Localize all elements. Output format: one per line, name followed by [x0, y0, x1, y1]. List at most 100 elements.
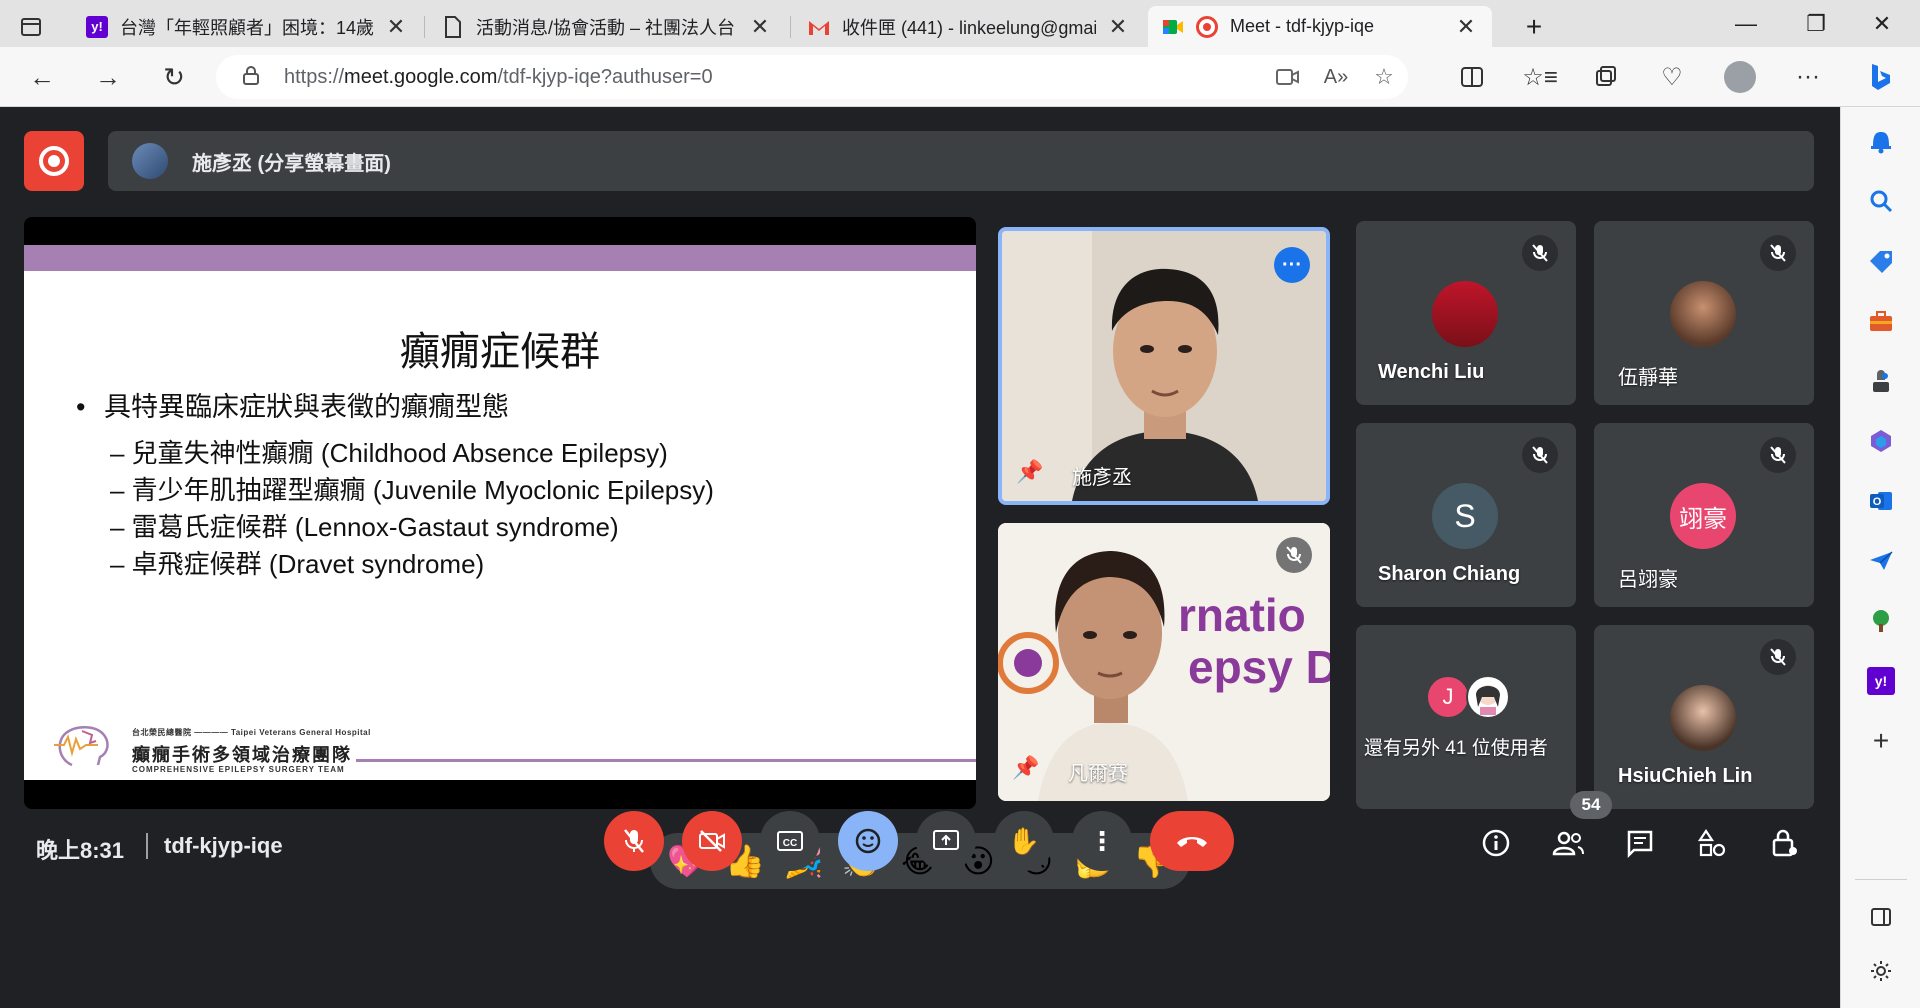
activities-button[interactable]	[1690, 821, 1734, 865]
host-controls-button[interactable]	[1762, 821, 1806, 865]
more-horizontal-icon: ···	[1796, 63, 1820, 90]
profile-button[interactable]	[1718, 57, 1762, 97]
meeting-code: tdf-kjyp-iqe	[164, 833, 283, 858]
pin-icon[interactable]: 📌	[1016, 459, 1043, 485]
raise-hand-button[interactable]: ✋	[994, 811, 1054, 871]
close-icon[interactable]: ✕	[1454, 14, 1478, 40]
info-icon	[1482, 829, 1510, 857]
avatar	[1466, 675, 1510, 719]
favorites-button[interactable]: ☆≡	[1518, 57, 1562, 97]
more-options-button[interactable]: ⋮	[1072, 811, 1132, 871]
tab-association[interactable]: 活動消息/協會活動 – 社團法人台 ✕	[428, 6, 786, 47]
outlook-icon[interactable]: O	[1863, 483, 1899, 519]
bing-button[interactable]	[1858, 57, 1902, 97]
meet-icon	[1162, 16, 1184, 38]
slide-header-bar	[24, 245, 976, 271]
participant-tile-2[interactable]: rnatio epsy D 📌 凡爾賽	[998, 523, 1330, 801]
notification-bell-icon[interactable]	[1863, 123, 1899, 159]
participant-name: 施彥丞	[1072, 467, 1132, 489]
pin-icon[interactable]: 📌	[1012, 755, 1039, 781]
participant-tile-lu[interactable]: 翊豪 呂翊豪	[1594, 423, 1814, 607]
participant-tile-wu[interactable]: 伍靜華	[1594, 221, 1814, 405]
other-participants-tile[interactable]: J 還有另外 41 位使用者	[1356, 625, 1576, 809]
shared-screen[interactable]: 癲癇症候群 • 具特異臨床症狀與表徵的癲癇型態 – 兒童失神性癲癇 (Childh…	[24, 217, 976, 809]
recording-icon	[1196, 15, 1218, 38]
collections-button[interactable]	[1584, 57, 1628, 97]
more-vertical-icon: ⋮	[1089, 825, 1115, 856]
tree-icon[interactable]	[1863, 603, 1899, 639]
lock-person-icon	[1772, 829, 1797, 857]
avatar	[1670, 685, 1736, 751]
bing-icon	[1872, 64, 1890, 90]
new-tab-button[interactable]: +	[1512, 6, 1556, 47]
mic-off-icon	[624, 829, 644, 853]
plus-icon: +	[1525, 10, 1543, 42]
reactions-button[interactable]	[838, 811, 898, 871]
avatar: J	[1426, 675, 1470, 719]
close-icon[interactable]: ✕	[748, 14, 772, 40]
camera-toggle-button[interactable]	[682, 811, 742, 871]
browser-tab-strip: y! 台灣「年輕照顧者」困境：14歲 ✕ 活動消息/協會活動 – 社團法人台 ✕…	[0, 0, 1920, 47]
tab-gmail[interactable]: 收件匣 (441) - linkeelung@gmail ✕	[794, 6, 1144, 47]
favorites-icon: ☆≡	[1522, 63, 1558, 91]
games-icon[interactable]	[1863, 363, 1899, 399]
muted-icon	[1760, 437, 1796, 473]
close-icon[interactable]: ✕	[384, 14, 408, 40]
collections-icon	[1596, 66, 1616, 86]
favorite-star-icon[interactable]: ☆	[1364, 55, 1404, 99]
refresh-icon: ↻	[163, 61, 185, 92]
slide-subitem: – 卓飛症候群 (Dravet syndrome)	[110, 549, 485, 579]
org-name-english: COMPREHENSIVE EPILEPSY SURGERY TEAM	[132, 765, 345, 774]
refresh-button[interactable]: ↻	[154, 57, 194, 97]
microsoft-365-icon[interactable]	[1863, 423, 1899, 459]
recording-button[interactable]	[24, 131, 84, 191]
close-window-button[interactable]: ✕	[1852, 6, 1912, 42]
captions-button[interactable]: CC	[760, 811, 820, 871]
minimize-button[interactable]: —	[1716, 6, 1776, 42]
profile-avatar-icon	[1724, 61, 1756, 93]
read-aloud-icon[interactable]: A»	[1316, 55, 1356, 99]
settings-gear-icon[interactable]	[1863, 953, 1899, 989]
chat-icon	[1627, 830, 1653, 858]
close-icon[interactable]: ✕	[1106, 14, 1130, 40]
arrow-right-icon: →	[95, 61, 121, 92]
hide-sidebar-icon[interactable]	[1863, 899, 1899, 935]
participant-tile-speaker[interactable]: ··· 📌 施彥丞	[998, 227, 1330, 505]
participant-name: HsiuChieh Lin	[1618, 765, 1753, 787]
participant-name: 伍靜華	[1618, 367, 1678, 389]
camera-icon[interactable]	[1268, 55, 1308, 99]
restore-button[interactable]: ❐	[1786, 6, 1846, 42]
tab-title: Meet - tdf-kjyp-iqe	[1230, 16, 1375, 36]
close-icon: ✕	[1872, 11, 1892, 36]
people-button[interactable]	[1546, 821, 1590, 865]
more-options-icon[interactable]: ···	[1274, 247, 1310, 283]
present-screen-button[interactable]	[916, 811, 976, 871]
browser-essentials-button[interactable]: ♡	[1650, 57, 1694, 97]
participant-tile-hsiu[interactable]: HsiuChieh Lin	[1594, 625, 1814, 809]
microphone-toggle-button[interactable]	[604, 811, 664, 871]
settings-more-button[interactable]: ···	[1786, 57, 1830, 97]
shopping-tag-icon[interactable]	[1863, 243, 1899, 279]
leave-call-button[interactable]	[1150, 811, 1234, 871]
tab-actions-button[interactable]	[6, 6, 66, 47]
participant-tile-sharon[interactable]: S Sharon Chiang	[1356, 423, 1576, 607]
address-bar[interactable]: https://meet.google.com/tdf-kjyp-iqe?aut…	[216, 55, 1408, 99]
back-button[interactable]: ←	[22, 57, 62, 97]
svg-text:rnatio: rnatio	[1178, 589, 1306, 641]
meet-main: 施彥丞 (分享螢幕畫面) 癲癇症候群 • 具特異臨床症狀與表徵的癲癇型態 – 兒童…	[0, 107, 1840, 1008]
tools-briefcase-icon[interactable]	[1863, 303, 1899, 339]
split-screen-button[interactable]	[1450, 57, 1494, 97]
tab-news[interactable]: y! 台灣「年輕照顧者」困境：14歲 ✕	[72, 6, 422, 47]
captions-icon: CC	[777, 831, 803, 851]
forward-button[interactable]: →	[88, 57, 128, 97]
tab-meet[interactable]: Meet - tdf-kjyp-iqe ✕	[1148, 6, 1492, 47]
participant-name: 凡爾賽	[1068, 763, 1128, 785]
chat-button[interactable]	[1618, 821, 1662, 865]
yahoo-icon[interactable]: y!	[1863, 663, 1899, 699]
present-icon	[933, 830, 959, 850]
participant-tile-wenchi[interactable]: Wenchi Liu	[1356, 221, 1576, 405]
send-paper-plane-icon[interactable]	[1863, 543, 1899, 579]
add-sidebar-app-icon[interactable]: +	[1863, 723, 1899, 759]
meeting-details-button[interactable]	[1474, 821, 1518, 865]
search-icon[interactable]	[1863, 183, 1899, 219]
